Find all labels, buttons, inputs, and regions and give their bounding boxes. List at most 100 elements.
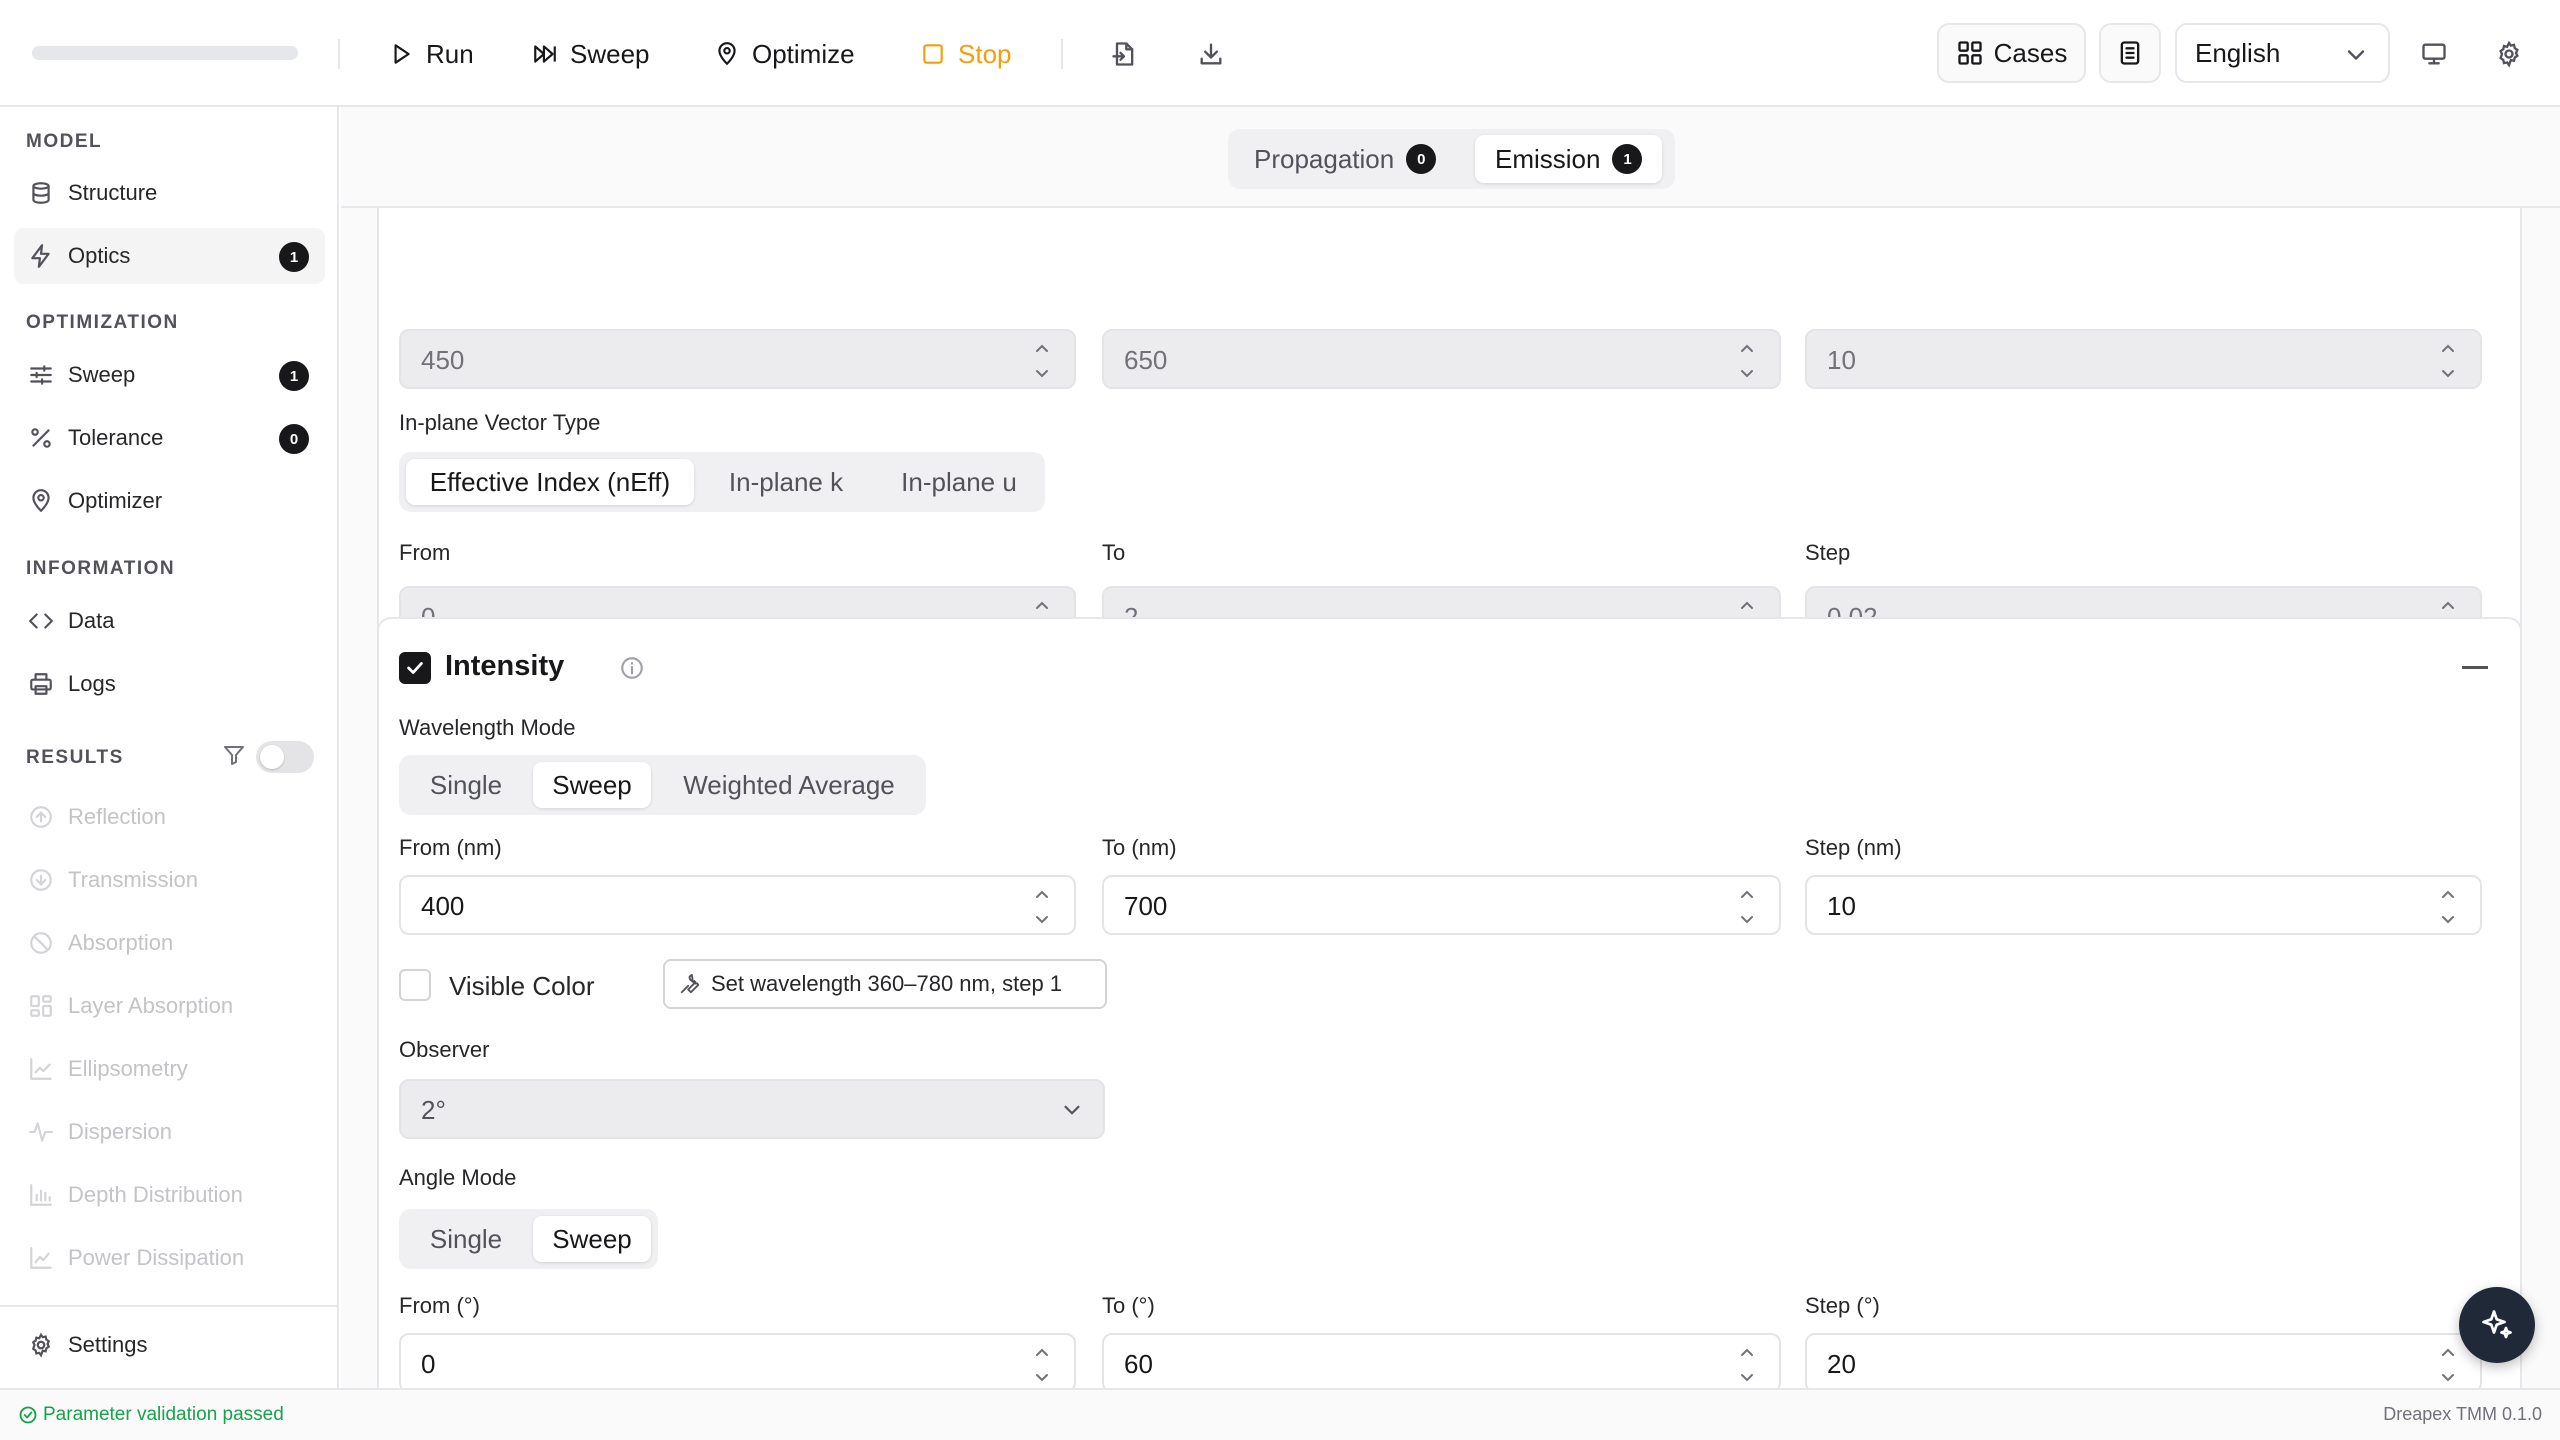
sidebar-item-ellipsometry[interactable]: Ellipsometry: [14, 1041, 325, 1097]
from-deg-input[interactable]: 0: [399, 1333, 1076, 1388]
visible-color-checkbox[interactable]: [399, 969, 431, 1001]
sidebar-item-tolerance[interactable]: Tolerance 0: [14, 410, 325, 466]
input-value: 0: [421, 1349, 436, 1379]
stepper-icon[interactable]: [2438, 339, 2458, 383]
sidebar-item-depth-distribution[interactable]: Depth Distribution: [14, 1167, 325, 1223]
download-button[interactable]: [1191, 34, 1231, 74]
toolbar-divider: [1061, 39, 1063, 69]
settings-button[interactable]: [2489, 34, 2529, 74]
input-value: 10: [1827, 345, 1856, 375]
sidebar-item-layer-absorption[interactable]: Layer Absorption: [14, 978, 325, 1034]
set-wavelength-button[interactable]: Set wavelength 360–780 nm, step 1: [663, 959, 1107, 1009]
collapse-icon[interactable]: [2462, 666, 2488, 669]
sidebar-item-dispersion[interactable]: Dispersion: [14, 1104, 325, 1160]
results-filter-toggle[interactable]: [256, 741, 314, 773]
wavelength-step-input[interactable]: 10: [1805, 329, 2482, 389]
observer-select[interactable]: 2°: [399, 1079, 1105, 1139]
optimize-button[interactable]: Optimize: [714, 28, 855, 80]
toggle-knob: [260, 745, 284, 769]
percent-icon: [31, 428, 51, 448]
sidebar-item-reflection[interactable]: Reflection: [14, 789, 325, 845]
ai-assistant-button[interactable]: [2459, 1287, 2535, 1363]
sidebar-item-power-dissipation[interactable]: Power Dissipation: [14, 1230, 325, 1286]
sidebar-item-logs[interactable]: Logs: [14, 656, 325, 712]
wavelength-mode-sweep[interactable]: Sweep: [533, 762, 651, 808]
top-toolbar: Run Sweep Optimize Stop Cases English: [0, 0, 2560, 107]
stepper-icon[interactable]: [1737, 1343, 1757, 1387]
sidebar-item-label: Ellipsometry: [68, 1056, 188, 1081]
tab-propagation[interactable]: Propagation 0: [1234, 135, 1456, 183]
run-button[interactable]: Run: [388, 28, 474, 80]
sidebar-item-data[interactable]: Data: [14, 593, 325, 649]
sidebar-item-settings[interactable]: Settings: [14, 1317, 325, 1373]
info-icon[interactable]: [619, 655, 645, 681]
section-information-title: INFORMATION: [26, 558, 176, 579]
sidebar-item-absorption[interactable]: Absorption: [14, 915, 325, 971]
wavelength-mode-single[interactable]: Single: [406, 762, 526, 808]
input-value: 60: [1124, 1349, 1153, 1379]
vector-type-u[interactable]: In-plane u: [878, 459, 1040, 505]
tab-emission[interactable]: Emission 1: [1475, 135, 1663, 183]
step-nm-label: Step (nm): [1805, 835, 1902, 860]
filter-icon[interactable]: [222, 743, 246, 767]
input-value: 20: [1827, 1349, 1856, 1379]
angle-mode-single[interactable]: Single: [406, 1216, 526, 1262]
sidebar-item-label: Structure: [68, 180, 158, 205]
input-value: 650: [1124, 345, 1168, 375]
stepper-icon[interactable]: [1032, 1343, 1052, 1387]
sidebar-item-structure[interactable]: Structure: [14, 165, 325, 221]
from-nm-input[interactable]: 400: [399, 875, 1076, 935]
sweep-label: Sweep: [570, 38, 650, 69]
vector-type-label: In-plane Vector Type: [399, 410, 601, 435]
status-message: Parameter validation passed: [43, 1404, 284, 1425]
app-logo-placeholder: [32, 46, 298, 60]
language-value: English: [2195, 37, 2281, 68]
step-nm-input[interactable]: 10: [1805, 875, 2482, 935]
wavelength-from-input[interactable]: 450: [399, 329, 1076, 389]
intensity-checkbox[interactable]: [399, 652, 431, 684]
sidebar-item-label: Power Dissipation: [68, 1245, 245, 1270]
sliders-icon: [30, 365, 52, 385]
sidebar-item-label: Sweep: [68, 362, 136, 387]
file-import-icon: [1112, 42, 1134, 66]
toolbar-divider: [338, 39, 340, 69]
language-select[interactable]: English: [2175, 23, 2390, 83]
monitor-icon: [2422, 43, 2446, 65]
printer-icon: [30, 673, 52, 695]
wavelength-to-input[interactable]: 650: [1102, 329, 1781, 389]
import-file-button[interactable]: [1104, 34, 1144, 74]
sidebar-item-optimizer[interactable]: Optimizer: [14, 473, 325, 529]
to-nm-input[interactable]: 700: [1102, 875, 1781, 935]
cases-button[interactable]: Cases: [1937, 23, 2086, 83]
vector-type-neff[interactable]: Effective Index (nEff): [406, 459, 694, 505]
sidebar-item-optics[interactable]: Optics 1: [14, 228, 325, 284]
to-deg-input[interactable]: 60: [1102, 1333, 1781, 1388]
sweep-button[interactable]: Sweep: [532, 28, 650, 80]
display-button[interactable]: [2414, 34, 2454, 74]
sidebar-item-label: Settings: [68, 1332, 148, 1357]
check-circle-icon: [19, 1406, 37, 1424]
step-deg-input[interactable]: 20: [1805, 1333, 2482, 1388]
download-icon: [1200, 43, 1222, 65]
stepper-icon[interactable]: [2438, 1343, 2458, 1387]
vector-type-k[interactable]: In-plane k: [702, 459, 870, 505]
stop-button[interactable]: Stop: [920, 28, 1012, 80]
sidebar-item-label: Optimizer: [68, 488, 163, 513]
sidebar: MODEL Structure Optics 1 OPTIMIZATION Sw…: [0, 107, 339, 1388]
code-icon: [29, 613, 53, 629]
sidebar-item-label: Reflection: [68, 804, 166, 829]
section-results-title: RESULTS: [26, 747, 124, 768]
notes-button[interactable]: [2099, 23, 2161, 83]
tab-label: Propagation: [1254, 143, 1395, 174]
stepper-icon[interactable]: [1737, 885, 1757, 929]
angle-mode-sweep[interactable]: Sweep: [533, 1216, 651, 1262]
input-value: 450: [421, 345, 465, 375]
stepper-icon[interactable]: [1032, 885, 1052, 929]
sidebar-item-transmission[interactable]: Transmission: [14, 852, 325, 908]
stepper-icon[interactable]: [1032, 339, 1052, 383]
stepper-icon[interactable]: [2438, 885, 2458, 929]
fast-forward-icon: [534, 45, 556, 63]
stepper-icon[interactable]: [1737, 339, 1757, 383]
sidebar-item-sweep[interactable]: Sweep 1: [14, 347, 325, 403]
wavelength-mode-weighted-average[interactable]: Weighted Average: [659, 762, 919, 808]
